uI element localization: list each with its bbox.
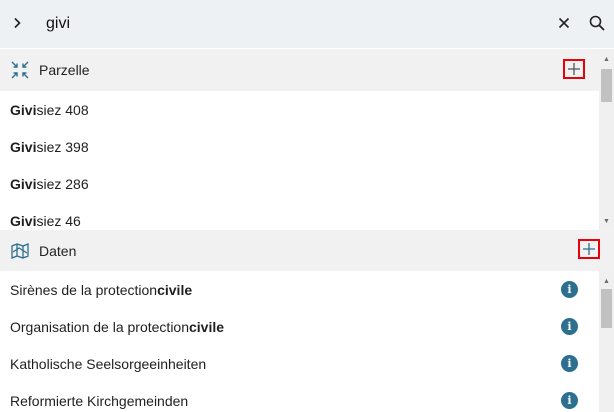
- chevron-right-icon[interactable]: [6, 12, 28, 34]
- list-item[interactable]: Reformierte Kirchgemeinden i: [0, 382, 598, 412]
- section-header-parzelle: Parzelle: [0, 49, 614, 91]
- scroll-thumb[interactable]: [601, 289, 612, 328]
- scroll-down-arrow-icon[interactable]: ▼: [599, 214, 614, 228]
- daten-results-list: Sirènes de la protection civile i Organi…: [0, 271, 598, 412]
- plus-icon: [568, 63, 580, 75]
- scroll-thumb[interactable]: [601, 69, 612, 102]
- list-item[interactable]: Givi siez 408: [0, 91, 598, 128]
- search-icon[interactable]: [586, 12, 608, 34]
- add-daten-button[interactable]: [578, 239, 600, 259]
- scroll-up-arrow-icon[interactable]: ▲: [599, 52, 614, 66]
- parzelle-results-list: Givi siez 408 Givi siez 398 Givi siez 286 G…: [0, 91, 598, 229]
- info-icon[interactable]: i: [561, 392, 578, 409]
- section-header-daten: Daten: [0, 230, 614, 271]
- plus-icon: [583, 243, 595, 255]
- add-parzelle-button[interactable]: [563, 59, 585, 79]
- search-input[interactable]: [40, 10, 552, 38]
- list-item[interactable]: Sirènes de la protection civile i: [0, 271, 598, 308]
- map-layer-icon: [10, 241, 30, 261]
- list-item[interactable]: Givi siez 398: [0, 128, 598, 165]
- info-icon[interactable]: i: [561, 355, 578, 372]
- list-item[interactable]: Givi siez 286: [0, 165, 598, 202]
- parzelle-scrollbar[interactable]: ▲ ▼: [599, 49, 614, 230]
- close-icon[interactable]: [554, 13, 574, 33]
- search-bar: [0, 0, 614, 48]
- search-panel: Parzelle Givisiez 408 Givisiez 398 Givis…: [0, 0, 614, 412]
- info-icon[interactable]: i: [561, 318, 578, 335]
- scroll-up-arrow-icon[interactable]: ▲: [599, 274, 614, 288]
- compress-arrows-icon: [10, 60, 30, 80]
- info-icon[interactable]: i: [561, 281, 578, 298]
- daten-scrollbar[interactable]: ▲: [599, 271, 614, 412]
- section-title-daten: Daten: [39, 243, 77, 259]
- list-item[interactable]: Katholische Seelsorgeeinheiten i: [0, 345, 598, 382]
- list-item[interactable]: Givi siez 46: [0, 202, 598, 229]
- section-title-parzelle: Parzelle: [39, 62, 90, 78]
- list-item[interactable]: Organisation de la protection civile i: [0, 308, 598, 345]
